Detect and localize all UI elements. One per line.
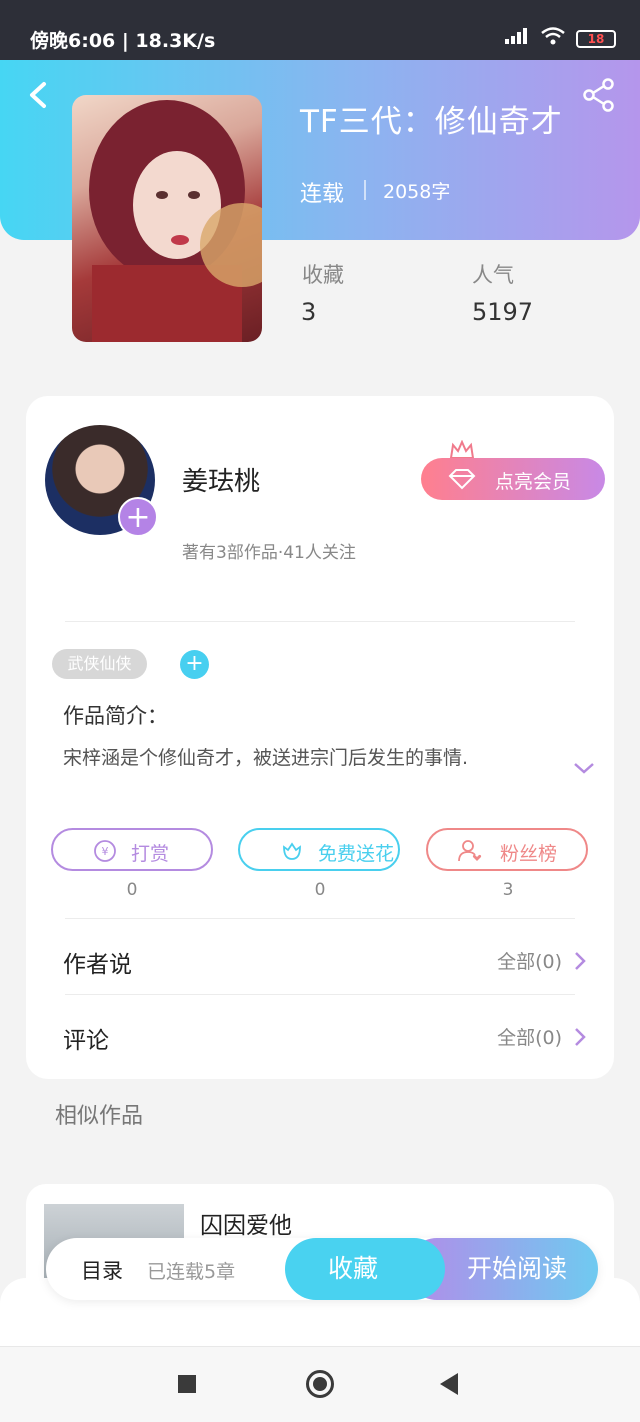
author-notes-row[interactable]: 作者说 全部(0) [26, 925, 614, 995]
chevron-down-icon [574, 763, 594, 774]
signal-icon [504, 27, 530, 50]
home-button[interactable] [306, 1370, 334, 1398]
expand-intro-button[interactable] [572, 760, 596, 776]
back-button[interactable] [24, 78, 54, 112]
intro-label: 作品简介： [63, 704, 168, 728]
status-icons: 18 [504, 26, 616, 51]
status-bar: 傍晚6:06 | 18.3K/s 18 [0, 0, 640, 60]
favorites-label: 收藏 [302, 263, 344, 287]
fan-ranking-button[interactable]: 粉丝榜 [426, 828, 588, 871]
vip-button[interactable]: 点亮会员 [421, 458, 605, 500]
genre-tag[interactable]: 武侠仙侠 [52, 649, 147, 679]
favorites-count: 3 [301, 298, 317, 326]
chapter-count: 已连载5章 [147, 1261, 236, 1283]
battery-icon: 18 [576, 29, 616, 48]
book-status: 连载 [300, 182, 345, 207]
author-meta: 著有3部作品·41人关注 [182, 543, 356, 563]
tip-label: 打赏 [131, 843, 170, 865]
recents-button[interactable] [178, 1375, 196, 1393]
word-count: 2058字 [383, 181, 451, 203]
chevron-left-icon [30, 82, 46, 108]
author-notes-label: 作者说 [63, 952, 132, 978]
system-back-button[interactable] [440, 1373, 458, 1395]
popularity-label: 人气 [472, 263, 514, 287]
divider [65, 994, 575, 995]
svg-text:¥: ¥ [102, 845, 109, 858]
share-icon [583, 78, 614, 112]
flower-count: 0 [314, 880, 326, 900]
author-notes-all: 全部(0) [497, 951, 562, 973]
comments-row[interactable]: 评论 全部(0) [26, 1001, 614, 1071]
divider [65, 621, 575, 622]
send-flower-label: 免费送花 [318, 843, 395, 865]
popularity-count: 5197 [472, 298, 534, 326]
add-tag-button[interactable]: + [180, 650, 209, 679]
follow-author-button[interactable]: + [118, 497, 158, 537]
chevron-right-icon [575, 952, 586, 970]
divider [65, 918, 575, 919]
flower-icon [283, 842, 301, 860]
toc-button[interactable]: 目录 [81, 1255, 123, 1285]
similar-works-heading: 相似作品 [55, 1104, 144, 1129]
status-separator [364, 180, 366, 200]
similar-work-title: 囚因爱他 [200, 1213, 292, 1239]
diamond-icon [448, 469, 476, 490]
status-time: 傍晚6:06 | 18.3K/s [30, 30, 216, 52]
book-title: TF三代：修仙奇才 [300, 104, 563, 140]
send-flower-button[interactable]: 免费送花 [238, 828, 400, 871]
chevron-right-icon [575, 1028, 586, 1046]
cover-portrait-image [89, 100, 262, 342]
intro-text: 宋梓涵是个修仙奇才，被送进宗门后发生的事情. [63, 747, 469, 769]
tip-button[interactable]: ¥ 打赏 [51, 828, 213, 871]
wifi-icon [540, 26, 566, 51]
vip-label: 点亮会员 [495, 471, 572, 493]
fan-ranking-label: 粉丝榜 [500, 843, 558, 865]
author-name[interactable]: 姜珐桃 [182, 461, 260, 498]
yuan-coin-icon: ¥ [94, 840, 116, 862]
fan-user-icon [458, 840, 482, 862]
crown-icon [449, 439, 475, 460]
comments-all: 全部(0) [497, 1027, 562, 1049]
share-button[interactable] [582, 78, 616, 112]
fan-count: 3 [502, 880, 514, 900]
book-cover[interactable] [72, 95, 262, 342]
comments-label: 评论 [63, 1028, 109, 1054]
tip-count: 0 [126, 880, 138, 900]
add-favorite-button[interactable]: 收藏 [285, 1238, 445, 1300]
